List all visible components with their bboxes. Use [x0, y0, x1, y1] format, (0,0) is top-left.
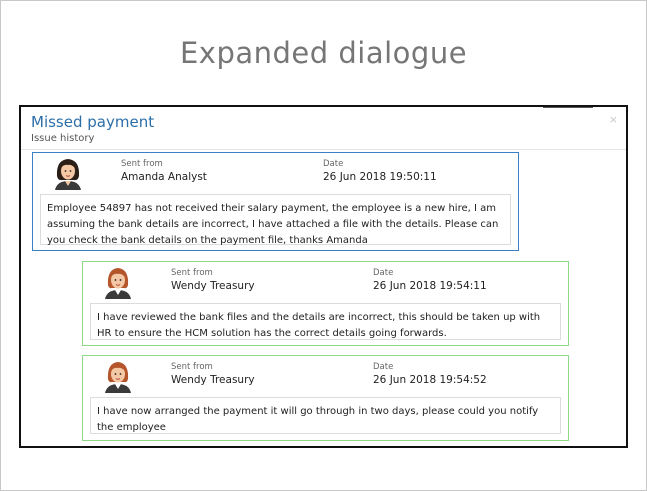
dialog-header: Missed payment Issue history ×: [21, 107, 626, 150]
date-label: Date: [373, 362, 394, 372]
message-date: 26 Jun 2018 19:50:11: [323, 171, 437, 183]
message-card: Sent from Wendy Treasury Date 26 Jun 201…: [82, 355, 569, 441]
message-body: I have reviewed the bank files and the d…: [90, 303, 561, 340]
avatar-amanda: [55, 159, 81, 190]
message-date: 26 Jun 2018 19:54:52: [373, 374, 487, 386]
message-date: 26 Jun 2018 19:54:11: [373, 280, 487, 292]
message-body: I have now arranged the payment it will …: [90, 397, 561, 434]
slide-title: Expanded dialogue: [179, 36, 468, 70]
avatar-wendy: [105, 268, 131, 299]
sent-from-label: Sent from: [121, 159, 163, 169]
sender-name: Amanda Analyst: [121, 171, 207, 183]
date-label: Date: [323, 159, 344, 169]
sender-name: Wendy Treasury: [171, 374, 255, 386]
sender-name: Wendy Treasury: [171, 280, 255, 292]
sent-from-label: Sent from: [171, 268, 213, 278]
message-card: Sent from Amanda Analyst Date 26 Jun 201…: [32, 152, 519, 251]
date-label: Date: [373, 268, 394, 278]
message-card: Sent from Wendy Treasury Date 26 Jun 201…: [82, 261, 569, 346]
issue-dialog: Missed payment Issue history × Sent from…: [19, 105, 628, 448]
avatar-wendy: [105, 362, 131, 393]
dialog-subtitle: Issue history: [31, 133, 95, 144]
close-icon[interactable]: ×: [609, 113, 618, 126]
message-body: Employee 54897 has not received their sa…: [40, 194, 511, 246]
dialog-title: Missed payment: [31, 113, 155, 131]
sent-from-label: Sent from: [171, 362, 213, 372]
